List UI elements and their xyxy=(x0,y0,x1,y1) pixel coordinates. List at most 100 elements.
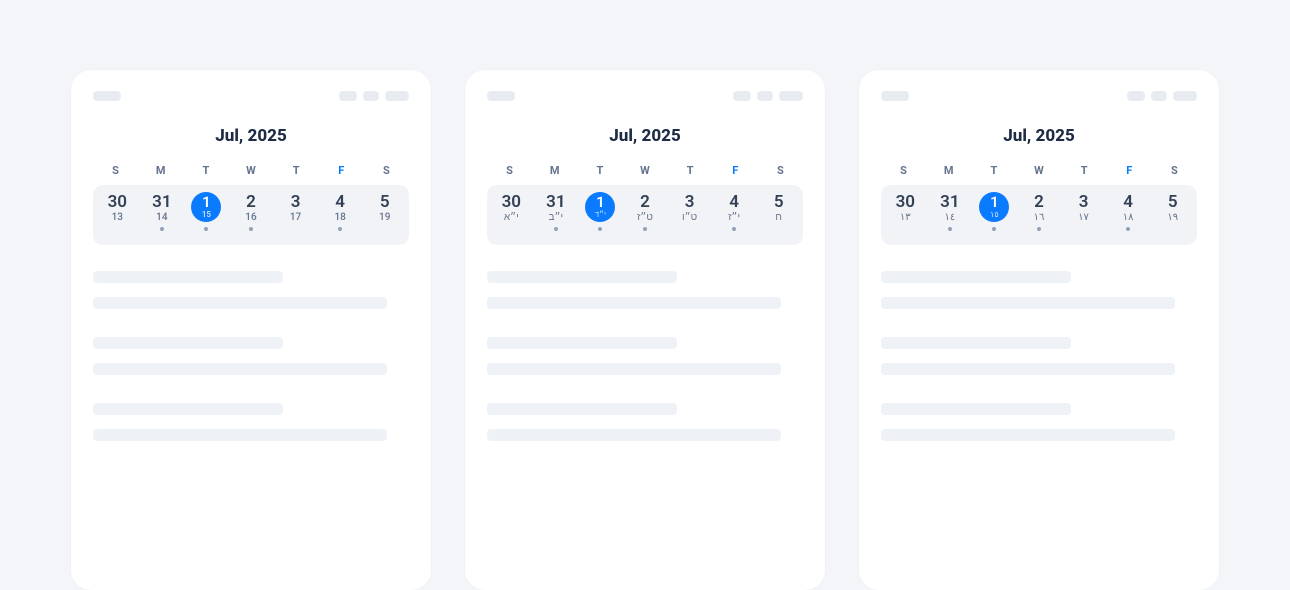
day-primary-number: 31 xyxy=(940,193,959,212)
day-secondary-number: 19 xyxy=(379,212,390,223)
placeholder-line xyxy=(881,271,1071,283)
month-title: Jul, 2025 xyxy=(487,126,803,146)
day-cell[interactable]: 4١٨ xyxy=(1106,191,1151,241)
weekday-header: S xyxy=(758,164,803,177)
day-secondary-number: 17 xyxy=(290,212,301,223)
day-cell[interactable]: 3114 xyxy=(140,191,185,241)
day-primary-number: 3 xyxy=(685,193,695,212)
status-indicators xyxy=(733,91,803,101)
day-primary-number: 1 xyxy=(202,195,211,210)
weekday-header: S xyxy=(881,164,926,177)
day-cell[interactable]: 5١٩ xyxy=(1150,191,1195,241)
status-indicators xyxy=(1127,91,1197,101)
day-cell[interactable]: 418 xyxy=(318,191,363,241)
month-title: Jul, 2025 xyxy=(881,126,1197,146)
event-dot-icon xyxy=(1037,227,1041,231)
day-secondary-number: י״ד xyxy=(595,211,606,219)
day-secondary-number: י״א xyxy=(504,212,519,223)
status-indicator-icon xyxy=(363,91,379,101)
status-indicator-icon xyxy=(385,91,409,101)
day-cell[interactable]: 216 xyxy=(229,191,274,241)
day-secondary-number: ١٧ xyxy=(1078,212,1089,223)
selected-day-badge: 1י״ד xyxy=(585,192,615,222)
day-secondary-number: 16 xyxy=(245,212,256,223)
placeholder-line xyxy=(93,429,387,441)
content-placeholder-item xyxy=(487,337,803,375)
event-dot-icon xyxy=(1126,227,1130,231)
day-cell[interactable]: 317 xyxy=(273,191,318,241)
event-dot-icon xyxy=(948,227,952,231)
event-dot-icon xyxy=(160,227,164,231)
day-cell-selected[interactable]: 1י״ד xyxy=(578,191,623,241)
weekday-header-row: SMTWTFS xyxy=(93,164,409,177)
day-primary-number: 30 xyxy=(896,193,915,212)
day-cell[interactable]: 2١٦ xyxy=(1017,191,1062,241)
weekday-header: F xyxy=(1107,164,1152,177)
day-secondary-number: י״ב xyxy=(549,212,564,223)
placeholder-line xyxy=(93,271,283,283)
day-secondary-number: ١٤ xyxy=(944,212,955,223)
weekday-header: S xyxy=(1152,164,1197,177)
status-indicators xyxy=(339,91,409,101)
weekday-header: F xyxy=(713,164,758,177)
content-placeholder-item xyxy=(93,271,409,309)
calendar-card: Jul, 2025SMTWTFS30י״א31י״ב1י״ד2ט״ז3ט״ו4י… xyxy=(465,70,825,590)
event-dot-icon xyxy=(732,227,736,231)
event-dot-icon xyxy=(338,227,342,231)
day-cell-selected[interactable]: 115 xyxy=(184,191,229,241)
day-cell[interactable]: 2ט״ז xyxy=(623,191,668,241)
weekday-header: W xyxy=(622,164,667,177)
day-secondary-number: 18 xyxy=(334,212,345,223)
day-cell[interactable]: 3013 xyxy=(95,191,140,241)
weekday-header: S xyxy=(487,164,532,177)
day-cell[interactable]: 3ט״ו xyxy=(667,191,712,241)
day-cell[interactable]: 31י״ב xyxy=(534,191,579,241)
placeholder-line xyxy=(487,429,781,441)
day-primary-number: 2 xyxy=(1034,193,1044,212)
day-cell[interactable]: 4י״ז xyxy=(712,191,757,241)
day-primary-number: 1 xyxy=(596,195,605,210)
placeholder-line xyxy=(487,337,677,349)
day-cell[interactable]: 5ח xyxy=(756,191,801,241)
content-placeholder-item xyxy=(881,337,1197,375)
day-cell[interactable]: 3١٧ xyxy=(1061,191,1106,241)
weekday-header: M xyxy=(138,164,183,177)
content-placeholder-item xyxy=(881,403,1197,441)
day-cell[interactable]: 31١٤ xyxy=(928,191,973,241)
day-cell[interactable]: 30י״א xyxy=(489,191,534,241)
status-bar xyxy=(487,88,803,104)
day-primary-number: 1 xyxy=(990,195,999,210)
placeholder-line xyxy=(93,337,283,349)
day-secondary-number: 14 xyxy=(156,212,167,223)
weekday-header: M xyxy=(532,164,577,177)
content-placeholder-item xyxy=(487,271,803,309)
placeholder-line xyxy=(881,403,1071,415)
event-dot-icon xyxy=(992,227,996,231)
placeholder-line xyxy=(487,297,781,309)
placeholder-line xyxy=(881,297,1175,309)
day-cell[interactable]: 519 xyxy=(362,191,407,241)
day-cell-selected[interactable]: 1١٥ xyxy=(972,191,1017,241)
day-cell[interactable]: 30١٣ xyxy=(883,191,928,241)
day-secondary-number: ١٦ xyxy=(1034,212,1045,223)
placeholder-line xyxy=(93,297,387,309)
weekday-header: F xyxy=(319,164,364,177)
day-primary-number: 4 xyxy=(729,193,739,212)
content-placeholder-item xyxy=(93,337,409,375)
day-secondary-number: י״ז xyxy=(728,212,740,223)
event-dot-icon xyxy=(554,227,558,231)
placeholder-line xyxy=(881,337,1071,349)
month-title: Jul, 2025 xyxy=(93,126,409,146)
event-dot-icon xyxy=(204,227,208,231)
day-primary-number: 3 xyxy=(291,193,301,212)
selected-day-badge: 115 xyxy=(191,192,221,222)
weekday-header: T xyxy=(274,164,319,177)
weekday-header: S xyxy=(93,164,138,177)
status-bar xyxy=(93,88,409,104)
calendar-card: Jul, 2025SMTWTFS30١٣31١٤1١٥2١٦3١٧4١٨5١٩ xyxy=(859,70,1219,590)
status-bar xyxy=(881,88,1197,104)
day-primary-number: 31 xyxy=(152,193,171,212)
weekday-header: T xyxy=(577,164,622,177)
day-secondary-number: ١٩ xyxy=(1167,212,1178,223)
status-indicator-icon xyxy=(339,91,357,101)
